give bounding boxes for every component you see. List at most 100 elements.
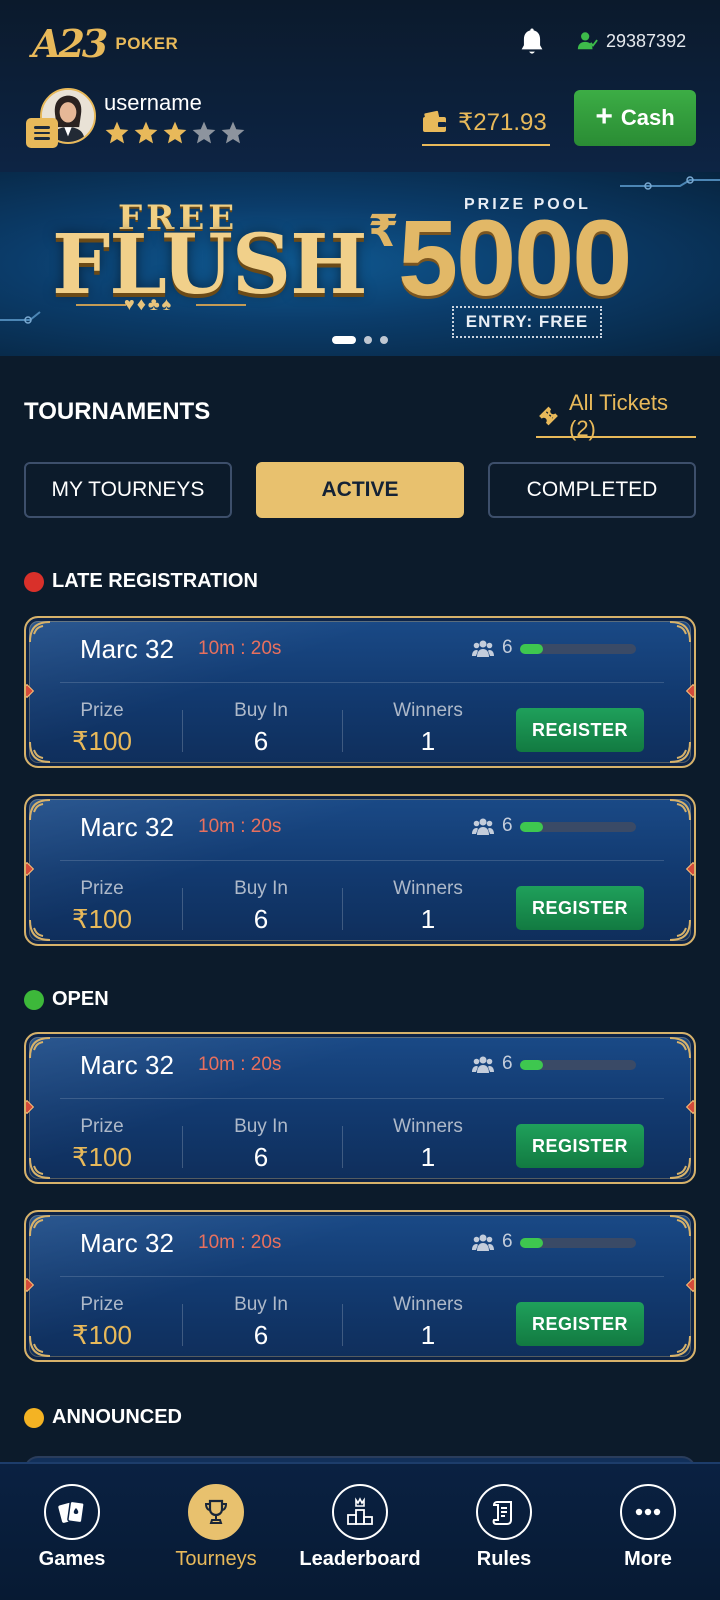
buyin-value: 6 xyxy=(253,904,269,934)
winners-label: Winners xyxy=(393,700,463,721)
ornament-corner-icon xyxy=(29,621,51,643)
buyin-stat: Buy In 6 xyxy=(216,1116,306,1173)
winners-stat: Winners 1 xyxy=(378,700,478,757)
promo-banner[interactable]: FREE FLUSH ♥♦♣♠ PRIZE POOL ₹ 5000 ENTRY:… xyxy=(0,172,720,356)
winners-stat: Winners 1 xyxy=(378,1294,478,1351)
nav-leaderboard[interactable]: Leaderboard xyxy=(290,1484,430,1600)
banner-flush-text: FLUSH xyxy=(52,217,368,313)
nav-tourneys-circle xyxy=(188,1484,244,1540)
buyin-value: 6 xyxy=(253,1320,269,1350)
tournament-name: Marc 32 xyxy=(80,634,174,664)
buyin-value: 6 xyxy=(253,1142,269,1172)
player-count-value: 6 xyxy=(502,815,513,836)
ornament-diamond-icon xyxy=(26,861,35,877)
registration-progress-bar xyxy=(520,822,636,832)
ornament-corner-icon xyxy=(29,741,51,763)
wallet-icon xyxy=(423,110,446,132)
progress-fill xyxy=(520,1238,544,1248)
wallet-balance[interactable]: ₹271.93 xyxy=(422,100,550,146)
tournament-tabs: MY TOURNEYS ACTIVE COMPLETED xyxy=(24,462,696,518)
nav-tourneys-label: Tourneys xyxy=(175,1548,257,1570)
notification-bell-icon[interactable] xyxy=(518,28,546,58)
carousel-dot-active[interactable] xyxy=(332,336,356,344)
stat-separator xyxy=(182,888,183,930)
registration-progress-bar xyxy=(520,644,636,654)
ornament-corner-icon xyxy=(669,741,691,763)
scroll-icon xyxy=(492,1501,512,1525)
buyin-label: Buy In xyxy=(234,878,288,899)
wallet-amount: ₹271.93 xyxy=(458,108,547,136)
register-button[interactable]: REGISTER xyxy=(516,1124,644,1168)
divider-left xyxy=(76,304,126,306)
ornament-corner-icon xyxy=(669,919,691,941)
ornament-corner-icon xyxy=(29,919,51,941)
section-label: ANNOUNCED xyxy=(52,1406,182,1428)
tournament-card[interactable]: Marc 32 10m : 20s 6 Prize ₹100 Buy In 6 … xyxy=(24,794,696,946)
add-cash-label: Cash xyxy=(620,105,675,130)
tournament-card[interactable]: Marc 32 10m : 20s 6 Prize ₹100 Buy In 6 … xyxy=(24,616,696,768)
ornament-diamond-icon xyxy=(685,1099,694,1115)
player-id[interactable]: 29387392 xyxy=(576,30,686,52)
ornament-corner-icon xyxy=(29,1335,51,1357)
winners-label: Winners xyxy=(393,878,463,899)
ornament-diamond-icon xyxy=(685,1277,694,1293)
buyin-label: Buy In xyxy=(234,1294,288,1315)
tab-completed[interactable]: COMPLETED xyxy=(488,462,696,518)
tournament-timer: 10m : 20s xyxy=(198,1232,282,1253)
card-divider xyxy=(60,1276,664,1277)
section-late-registration: LATE REGISTRATION xyxy=(24,570,258,593)
nav-games-circle xyxy=(44,1484,100,1540)
prize-value: ₹100 xyxy=(72,1142,132,1172)
tab-active[interactable]: ACTIVE xyxy=(256,462,464,518)
profile[interactable] xyxy=(26,88,98,152)
register-button[interactable]: REGISTER xyxy=(516,708,644,752)
progress-fill xyxy=(520,644,544,654)
nav-rules[interactable]: Rules xyxy=(434,1484,574,1600)
player-count-value: 6 xyxy=(502,637,513,658)
buyin-value: 6 xyxy=(253,726,269,756)
nav-leaderboard-label: Leaderboard xyxy=(299,1548,421,1570)
nav-more[interactable]: More xyxy=(578,1484,718,1600)
player-id-text: 29387392 xyxy=(606,30,687,51)
carousel-dot[interactable] xyxy=(364,336,372,344)
tournament-card[interactable]: Marc 32 10m : 20s 6 Prize ₹100 Buy In 6 … xyxy=(24,1210,696,1362)
add-cash-button[interactable]: + Cash xyxy=(574,90,696,146)
ornament-corner-icon xyxy=(29,1157,51,1179)
prize-value: ₹100 xyxy=(72,904,132,934)
buyin-stat: Buy In 6 xyxy=(216,1294,306,1351)
a23-poker-logo[interactable]: A23 POKER xyxy=(32,22,178,66)
tournament-card[interactable]: Marc 32 10m : 20s 6 Prize ₹100 Buy In 6 … xyxy=(24,1032,696,1184)
ornament-corner-icon xyxy=(669,1215,691,1237)
menu-button[interactable] xyxy=(26,118,58,148)
winners-value: 1 xyxy=(420,1320,436,1350)
username: username xyxy=(104,90,202,115)
star-filled-icon xyxy=(163,121,187,144)
ornament-diamond-icon xyxy=(685,861,694,877)
card-divider xyxy=(60,682,664,683)
podium-icon xyxy=(347,1497,373,1525)
card-divider xyxy=(60,1098,664,1099)
ornament-corner-icon xyxy=(29,1215,51,1237)
ornament-diamond-icon xyxy=(26,1099,35,1115)
tab-my-tourneys[interactable]: MY TOURNEYS xyxy=(24,462,232,518)
logo-text: POKER xyxy=(115,34,179,53)
progress-fill xyxy=(520,1060,544,1070)
buyin-label: Buy In xyxy=(234,700,288,721)
status-dot-green xyxy=(24,989,44,1010)
register-button[interactable]: REGISTER xyxy=(516,1302,644,1346)
winners-value: 1 xyxy=(420,1142,436,1172)
ornament-diamond-icon xyxy=(26,683,35,699)
player-count-value: 6 xyxy=(502,1053,513,1074)
card-divider xyxy=(60,860,664,861)
nav-tourneys[interactable]: Tourneys xyxy=(146,1484,286,1600)
carousel-dot[interactable] xyxy=(380,336,388,344)
prize-stat: Prize ₹100 xyxy=(66,1294,138,1351)
prize-stat: Prize ₹100 xyxy=(66,1116,138,1173)
register-button[interactable]: REGISTER xyxy=(516,886,644,930)
prize-label: Prize xyxy=(80,700,124,721)
nav-more-circle xyxy=(620,1484,676,1540)
stat-separator xyxy=(342,888,343,930)
nav-games[interactable]: Games xyxy=(2,1484,142,1600)
player-count: 6 xyxy=(472,1053,513,1075)
all-tickets-link[interactable]: All Tickets (2) xyxy=(536,390,696,441)
